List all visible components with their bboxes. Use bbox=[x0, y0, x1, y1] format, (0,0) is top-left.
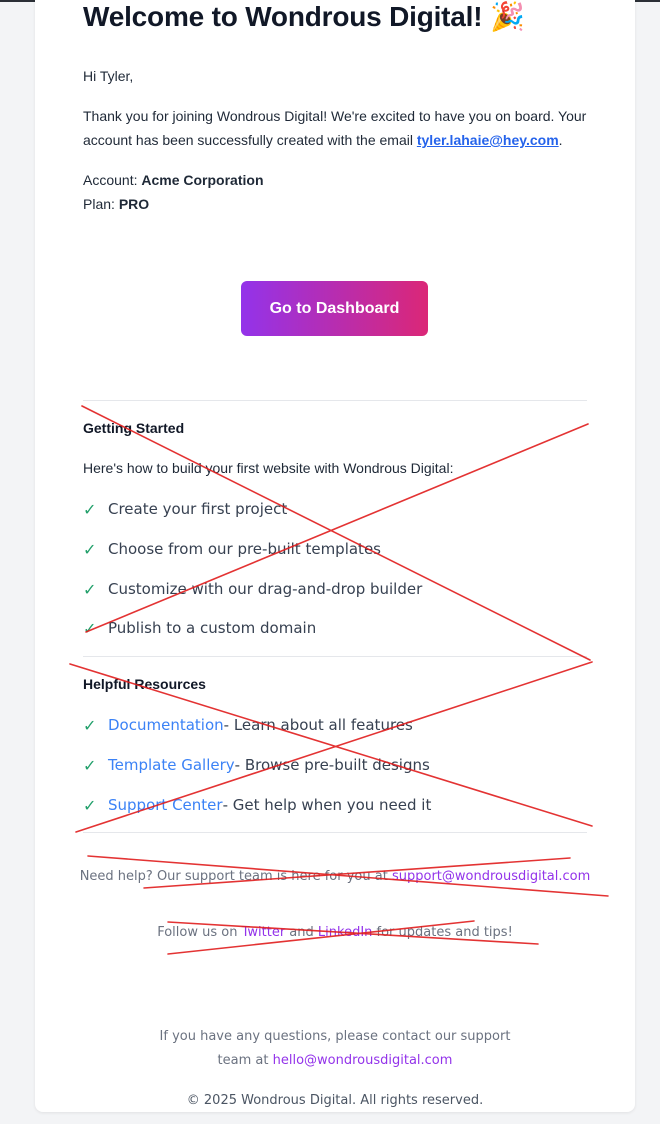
user-email-link[interactable]: tyler.lahaie@hey.com bbox=[417, 132, 559, 148]
check-icon: ✓ bbox=[83, 618, 97, 638]
check-icon: ✓ bbox=[83, 795, 97, 815]
list-item-label: Publish to a custom domain bbox=[108, 619, 317, 637]
help-text: Need help? Our support team is here for … bbox=[79, 869, 392, 884]
questions-line-2: team at hello@wondrousdigital.com bbox=[35, 1053, 635, 1068]
go-to-dashboard-button[interactable]: Go to Dashboard bbox=[241, 281, 428, 336]
support-center-link[interactable]: Support Center bbox=[108, 796, 223, 814]
questions-line-1: If you have any questions, please contac… bbox=[159, 1029, 511, 1044]
intro-end: . bbox=[558, 132, 563, 148]
account-value: Acme Corporation bbox=[141, 172, 264, 188]
divider bbox=[83, 400, 587, 401]
page-title: Welcome to Wondrous Digital! 🎉 bbox=[83, 1, 525, 32]
list-item-label: Choose from our pre-built templates bbox=[108, 540, 381, 558]
plan-line: Plan: PRO bbox=[83, 192, 149, 216]
copyright: © 2025 Wondrous Digital. All rights rese… bbox=[186, 1093, 484, 1108]
check-icon: ✓ bbox=[83, 579, 97, 599]
account-line: Account: Acme Corporation bbox=[83, 168, 264, 192]
list-item: ✓ Publish to a custom domain bbox=[83, 617, 316, 639]
list-item-label: Customize with our drag-and-drop builder bbox=[108, 580, 423, 598]
divider bbox=[83, 832, 587, 833]
check-icon: ✓ bbox=[83, 499, 97, 519]
resource-desc: - Learn about all features bbox=[223, 716, 413, 734]
getting-started-heading: Getting Started bbox=[83, 420, 185, 436]
list-item: ✓ Choose from our pre-built templates bbox=[83, 538, 381, 560]
account-label: Account: bbox=[83, 172, 142, 188]
resource-desc: - Get help when you need it bbox=[222, 796, 432, 814]
support-help-line: Need help? Our support team is here for … bbox=[35, 869, 635, 884]
support-email-link[interactable]: support@wondrousdigital.com bbox=[392, 869, 590, 884]
questions-prefix: team at bbox=[217, 1053, 273, 1068]
resource-item: ✓ Documentation - Learn about all feature… bbox=[83, 714, 413, 736]
linkedin-link[interactable]: LinkedIn bbox=[318, 925, 372, 940]
resource-item: ✓ Support Center - Get help when you need… bbox=[83, 794, 431, 816]
list-item-label: Create your first project bbox=[108, 500, 288, 518]
check-icon: ✓ bbox=[83, 539, 97, 559]
getting-started-subtitle: Here's how to build your first website w… bbox=[83, 460, 454, 476]
intro-paragraph: Thank you for joining Wondrous Digital! … bbox=[83, 104, 593, 152]
follow-prefix: Follow us on bbox=[157, 925, 242, 940]
divider bbox=[83, 656, 587, 657]
plan-label: Plan: bbox=[83, 196, 119, 212]
helpful-resources-heading: Helpful Resources bbox=[83, 676, 206, 692]
list-item: ✓ Create your first project bbox=[83, 498, 287, 520]
greeting: Hi Tyler, bbox=[83, 68, 134, 84]
check-icon: ✓ bbox=[83, 715, 97, 735]
documentation-link[interactable]: Documentation bbox=[108, 716, 224, 734]
follow-us-line: Follow us on Twitter and LinkedIn for up… bbox=[35, 925, 635, 940]
follow-and: and bbox=[285, 925, 318, 940]
list-item: ✓ Customize with our drag-and-drop builde… bbox=[83, 578, 422, 600]
follow-suffix: for updates and tips! bbox=[372, 925, 513, 940]
check-icon: ✓ bbox=[83, 755, 97, 775]
hello-email-link[interactable]: hello@wondrousdigital.com bbox=[273, 1053, 453, 1068]
resource-desc: - Browse pre-built designs bbox=[234, 756, 430, 774]
plan-value: PRO bbox=[118, 196, 150, 212]
twitter-link[interactable]: Twitter bbox=[242, 925, 286, 940]
resource-item: ✓ Template Gallery - Browse pre-built des… bbox=[83, 754, 430, 776]
template-gallery-link[interactable]: Template Gallery bbox=[108, 756, 235, 774]
